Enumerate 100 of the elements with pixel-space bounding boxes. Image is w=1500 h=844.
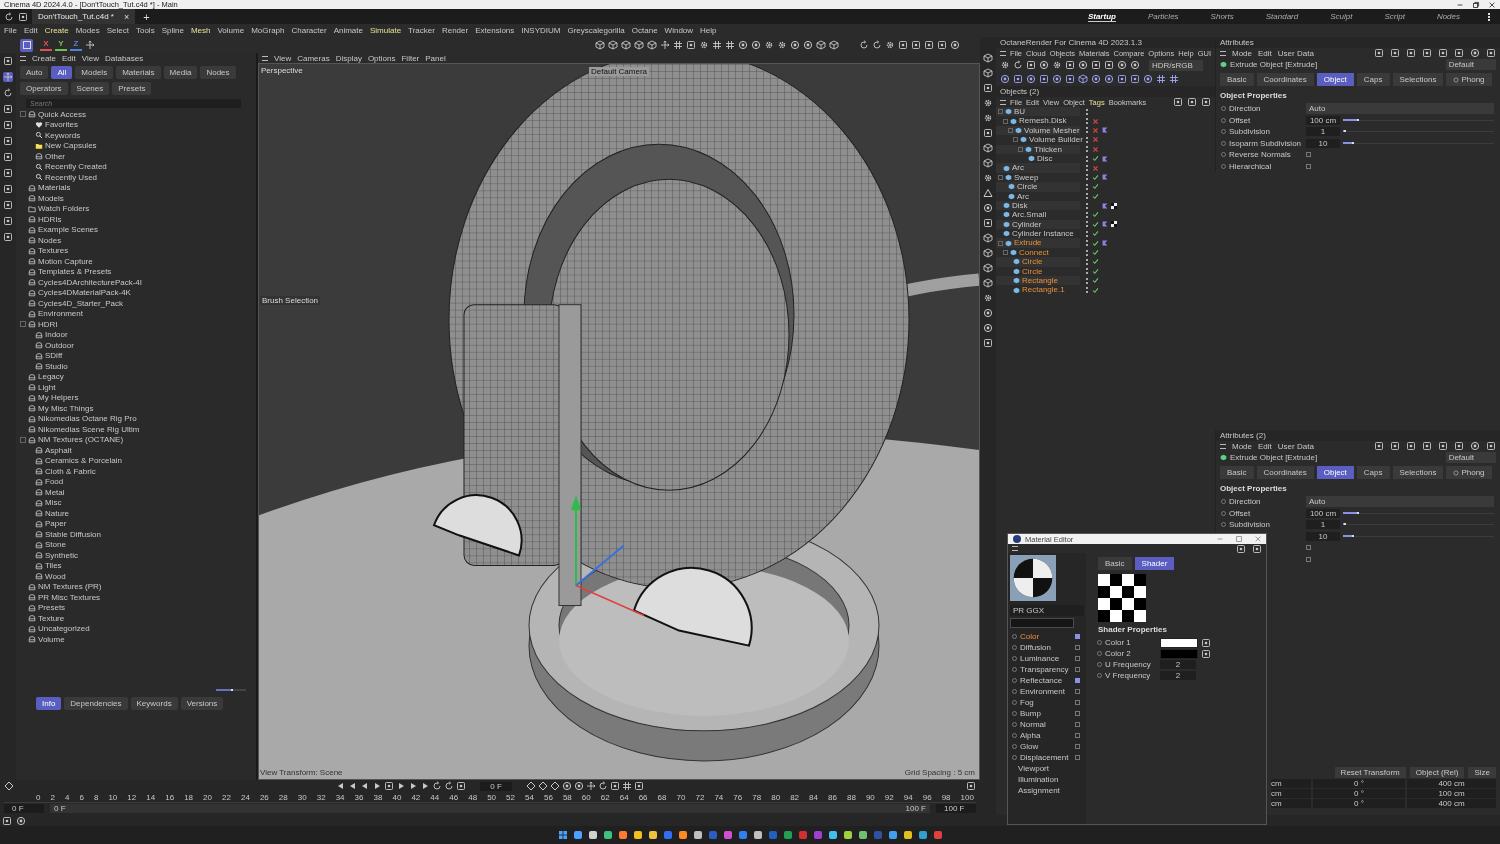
- direction-dropdown[interactable]: Auto: [1306, 496, 1494, 508]
- taskbar-app-icon[interactable]: [752, 830, 763, 840]
- checkbox[interactable]: [1075, 700, 1080, 705]
- filter-chip[interactable]: Auto: [20, 66, 49, 79]
- object-name[interactable]: BU: [1014, 107, 1026, 117]
- keyframe-icon[interactable]: [549, 781, 560, 791]
- loop-icon[interactable]: [444, 781, 455, 791]
- check-icon[interactable]: [1092, 220, 1099, 228]
- windows-start-icon[interactable]: [557, 830, 568, 840]
- tab[interactable]: Object: [1316, 73, 1354, 86]
- circle-icon[interactable]: [1143, 74, 1153, 84]
- gear-icon[interactable]: [1052, 60, 1062, 70]
- number-field[interactable]: 2: [1160, 660, 1196, 669]
- grid-icon[interactable]: [725, 40, 735, 50]
- menu-item[interactable]: View: [274, 53, 292, 63]
- asset-tree-item[interactable]: Uncategorized: [38, 624, 90, 634]
- cube-icon[interactable]: [983, 158, 993, 168]
- color-swatch[interactable]: [1160, 637, 1198, 648]
- checkbox[interactable]: [1075, 634, 1080, 639]
- gear-icon[interactable]: [983, 293, 993, 303]
- coordinate-field[interactable]: 400 cm: [1407, 779, 1496, 788]
- check-icon[interactable]: [1092, 258, 1099, 266]
- menu-icon[interactable]: [20, 55, 26, 61]
- asset-tree-item[interactable]: Synthetic: [45, 550, 78, 560]
- asset-tree-item[interactable]: Favorites: [45, 120, 78, 130]
- check-icon[interactable]: [1092, 267, 1099, 275]
- axis-toggle[interactable]: Y: [55, 39, 67, 51]
- close-icon[interactable]: [1488, 0, 1496, 9]
- taskbar-app-icon[interactable]: [782, 830, 793, 840]
- channel-item[interactable]: Normal: [1020, 720, 1072, 729]
- axis-icon[interactable]: [85, 40, 95, 50]
- asset-tree-item[interactable]: Stone: [45, 540, 66, 550]
- circle-icon[interactable]: [573, 781, 584, 791]
- render-icon[interactable]: [1039, 60, 1049, 70]
- asset-tree-item[interactable]: Example Scenes: [38, 225, 99, 235]
- menu-item[interactable]: User Data: [1277, 48, 1314, 58]
- tab[interactable]: Object: [1316, 466, 1354, 479]
- asset-tree-item[interactable]: Watch Folders: [38, 204, 90, 214]
- checkbox[interactable]: [1306, 545, 1311, 551]
- preview-range-bar[interactable]: 0 F 100 F: [50, 803, 930, 813]
- tab[interactable]: Caps: [1356, 466, 1390, 479]
- channel-item[interactable]: Fog: [1020, 698, 1072, 707]
- filter-chip[interactable]: Operators: [20, 82, 68, 95]
- channel-item[interactable]: Transparency: [1020, 665, 1072, 674]
- check-icon[interactable]: [1092, 230, 1099, 238]
- asset-tree-item[interactable]: Environment: [38, 309, 83, 319]
- menu-item[interactable]: Edit: [23, 26, 38, 35]
- checkbox[interactable]: [1075, 733, 1080, 738]
- gear-icon[interactable]: [885, 40, 895, 50]
- asset-tree-item[interactable]: Metal: [45, 487, 65, 497]
- end-frame-field[interactable]: 100 F: [936, 803, 976, 813]
- object-name[interactable]: Disc: [1037, 153, 1053, 164]
- check-icon[interactable]: [1092, 249, 1099, 257]
- tab[interactable]: Basic: [1220, 466, 1254, 479]
- circle-icon[interactable]: [803, 40, 813, 50]
- circle-icon[interactable]: [983, 308, 993, 318]
- asset-tree-item[interactable]: Paper: [45, 519, 67, 529]
- asset-tree-item[interactable]: SDiff: [45, 351, 63, 361]
- slider-fill[interactable]: [1343, 534, 1355, 537]
- asset-tree-item[interactable]: Cycles4DMaterialPack-4K: [38, 288, 131, 298]
- channel-item[interactable]: Environment: [1020, 687, 1072, 696]
- asset-tree-item[interactable]: Nature: [45, 508, 69, 518]
- number-field[interactable]: 100 cm: [1306, 508, 1340, 518]
- page-item[interactable]: Illumination: [1012, 775, 1059, 784]
- slider-fill[interactable]: [1343, 118, 1359, 121]
- tab[interactable]: Basic: [1220, 73, 1254, 86]
- asset-tree-item[interactable]: My Helpers: [38, 393, 79, 403]
- filter-chip[interactable]: Models: [75, 66, 114, 79]
- current-frame-field[interactable]: 0 F: [480, 781, 512, 791]
- taskbar-app-icon[interactable]: [647, 830, 658, 840]
- coordinate-field[interactable]: 400 cm: [1407, 799, 1496, 808]
- grid-icon[interactable]: [621, 781, 632, 791]
- asset-tree-item[interactable]: Nikomedias Octane Rig Pro: [38, 414, 137, 424]
- checkbox[interactable]: [1075, 722, 1080, 727]
- asset-tree-item[interactable]: Wood: [45, 571, 66, 581]
- coordinate-field[interactable]: cm: [1271, 799, 1311, 808]
- object-name[interactable]: Arc: [1012, 163, 1024, 173]
- cross-icon[interactable]: [1092, 117, 1099, 125]
- menu-icon[interactable]: [262, 55, 268, 61]
- layout-tab[interactable]: Nodes: [1436, 12, 1460, 21]
- menu-item[interactable]: View: [81, 53, 99, 63]
- channel-item[interactable]: Displacement: [1020, 753, 1072, 762]
- asset-tree-item[interactable]: Light: [38, 382, 56, 392]
- coordinate-field[interactable]: 0 °: [1313, 779, 1405, 788]
- tab[interactable]: Info: [36, 697, 62, 710]
- number-field[interactable]: 100 cm: [1306, 115, 1340, 125]
- asset-tree-item[interactable]: Cycles4D_Starter_Pack: [38, 298, 123, 308]
- menu-item[interactable]: Filter: [401, 53, 420, 63]
- cube-icon[interactable]: [621, 40, 631, 50]
- asset-tree-item[interactable]: Nikomedias Scene Rig Ultim: [38, 424, 140, 434]
- direction-dropdown[interactable]: Auto: [1306, 103, 1494, 115]
- layout-tab[interactable]: Script: [1384, 12, 1405, 21]
- loop-icon[interactable]: [432, 781, 443, 791]
- checkbox[interactable]: [1306, 152, 1311, 158]
- menu-item[interactable]: Panel: [425, 53, 446, 63]
- cube-icon[interactable]: [595, 40, 605, 50]
- triangle-icon[interactable]: [983, 188, 993, 198]
- menu-item[interactable]: INSYDIUM: [521, 26, 561, 35]
- cube-icon[interactable]: [983, 68, 993, 78]
- taskbar-app-icon[interactable]: [827, 830, 838, 840]
